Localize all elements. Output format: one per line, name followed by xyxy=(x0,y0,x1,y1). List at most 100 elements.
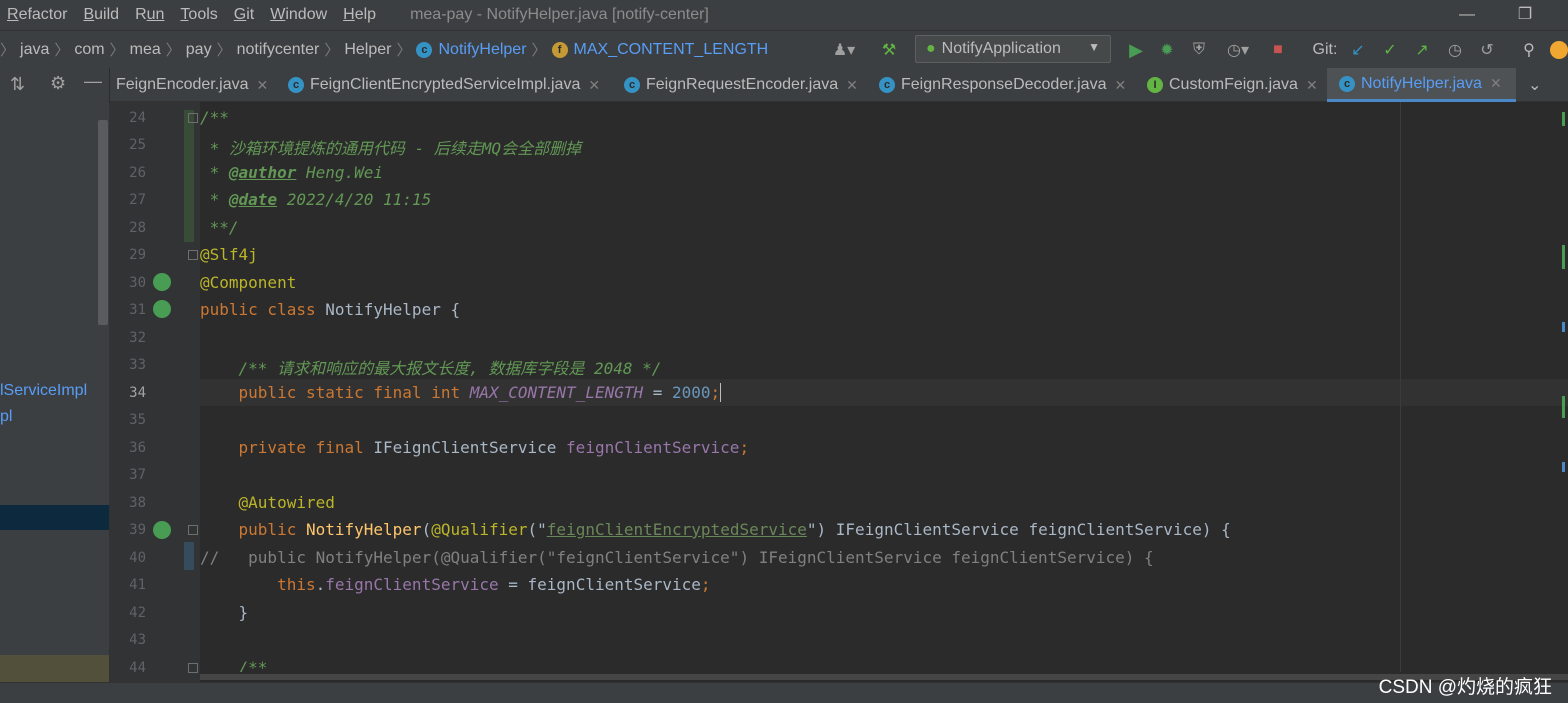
tab-feignencoder[interactable]: FeignEncoder.java ✕ xyxy=(116,68,268,102)
breadcrumb-mea[interactable]: mea xyxy=(130,41,161,59)
tab-overflow-chevron-icon[interactable]: ⌄ xyxy=(1528,68,1541,102)
user-icon[interactable]: ♟▾ xyxy=(826,38,862,62)
restore-icon[interactable]: ❐ xyxy=(1514,4,1536,26)
stop-icon[interactable]: ■ xyxy=(1268,38,1288,62)
spring-bean-icon[interactable] xyxy=(153,273,171,291)
menu-bar: Refactor Build Run Tools Git Window Help… xyxy=(0,0,1568,30)
code-line: public NotifyHelper(@Qualifier("feignCli… xyxy=(238,520,1231,539)
code-line: **/ xyxy=(200,218,239,237)
tab-notifyhelper[interactable]: c NotifyHelper.java ✕ xyxy=(1327,68,1516,102)
hide-icon[interactable]: — xyxy=(84,71,102,92)
tab-label: FeignEncoder.java xyxy=(116,76,249,93)
tab-customfeign[interactable]: I CustomFeign.java ✕ xyxy=(1147,68,1318,102)
menu-window[interactable]: Window xyxy=(262,6,335,24)
line-number: 39 xyxy=(129,522,146,538)
rollback-icon[interactable]: ↺ xyxy=(1476,38,1498,62)
run-config-label: NotifyApplication xyxy=(941,40,1061,57)
line-number: 32 xyxy=(129,330,146,346)
fold-icon[interactable] xyxy=(188,525,198,535)
line-number: 26 xyxy=(129,165,146,181)
close-icon[interactable]: ✕ xyxy=(257,77,269,94)
menu-help[interactable]: Help xyxy=(335,6,384,24)
line-number: 24 xyxy=(129,110,146,126)
code-line: @Slf4j xyxy=(200,245,258,264)
history-icon[interactable]: ◷ xyxy=(1444,38,1466,62)
git-push-icon[interactable]: ↗ xyxy=(1412,38,1432,62)
tab-feignrequestencoder[interactable]: c FeignRequestEncoder.java ✕ xyxy=(624,68,858,102)
scrollbar-thumb[interactable] xyxy=(200,674,1568,680)
line-number: 43 xyxy=(129,632,146,648)
tab-label: FeignRequestEncoder.java xyxy=(646,76,839,93)
project-selected-row[interactable] xyxy=(0,505,109,530)
line-number: 37 xyxy=(129,467,146,483)
profile-icon[interactable]: ◷▾ xyxy=(1218,38,1258,62)
menu-tools[interactable]: Tools xyxy=(172,6,225,24)
minimize-icon[interactable]: — xyxy=(1456,4,1478,26)
collapse-all-icon[interactable]: ⇅ xyxy=(10,74,25,95)
class-icon: c xyxy=(416,41,433,58)
close-icon[interactable]: ✕ xyxy=(588,77,600,94)
line-number: 31 xyxy=(129,302,146,318)
tab-label: NotifyHelper.java xyxy=(1361,74,1482,92)
breadcrumb-helper[interactable]: Helper xyxy=(344,41,391,59)
line-number: 27 xyxy=(129,192,146,208)
close-icon[interactable]: ✕ xyxy=(1490,75,1502,92)
project-bottom-row xyxy=(0,655,109,682)
line-number: 33 xyxy=(129,357,146,373)
code-line: * 沙箱环境提炼的通用代码 - 后续走MQ会全部删掉 xyxy=(200,139,582,158)
line-number-current: 34 xyxy=(129,385,146,401)
vcs-modified-marker xyxy=(184,542,194,570)
project-item[interactable]: lServiceImpl xyxy=(0,382,87,400)
line-number: 42 xyxy=(129,605,146,621)
right-margin-guide xyxy=(1400,102,1401,682)
menu-build[interactable]: Build xyxy=(75,6,127,24)
line-number: 28 xyxy=(129,220,146,236)
class-icon: c xyxy=(1339,75,1355,92)
breadcrumb-notifyhelper[interactable]: NotifyHelper xyxy=(438,41,526,59)
close-icon[interactable]: ✕ xyxy=(1306,77,1318,94)
run-icon[interactable]: ▶ xyxy=(1126,38,1146,62)
breadcrumb-pay[interactable]: pay xyxy=(186,41,212,59)
build-hammer-icon[interactable]: ⚒ xyxy=(878,38,900,62)
code-line-commented: // public NotifyHelper(@Qualifier("feign… xyxy=(200,548,1154,567)
scroll-marker xyxy=(1562,112,1565,126)
close-icon[interactable]: ✕ xyxy=(1114,77,1126,94)
coverage-icon[interactable]: ⛨ xyxy=(1188,38,1210,62)
code-line: public class NotifyHelper { xyxy=(200,300,461,319)
project-scrollbar[interactable] xyxy=(98,120,108,325)
project-panel: lServiceImpl pl xyxy=(0,102,110,682)
fold-icon[interactable] xyxy=(188,250,198,260)
run-configuration-select[interactable]: ● NotifyApplication ▼ xyxy=(915,35,1111,63)
git-commit-icon[interactable]: ✓ xyxy=(1380,38,1400,62)
menu-run[interactable]: Run xyxy=(127,6,172,24)
menu-git[interactable]: Git xyxy=(226,6,262,24)
project-item[interactable]: pl xyxy=(0,408,12,426)
breadcrumb-notifycenter[interactable]: notifycenter xyxy=(237,41,320,59)
spring-bean-icon[interactable] xyxy=(153,300,171,318)
gear-icon[interactable]: ⚙ xyxy=(50,73,66,94)
code-line: @Component xyxy=(200,273,297,292)
project-toolbar: ⇅ ⚙ — xyxy=(0,68,110,102)
menu-refactor[interactable]: Refactor xyxy=(0,6,75,24)
chevron-down-icon: ▼ xyxy=(1088,40,1100,54)
tab-feignresponsedecoder[interactable]: c FeignResponseDecoder.java ✕ xyxy=(879,68,1126,102)
fold-icon[interactable] xyxy=(188,663,198,673)
breadcrumb-com[interactable]: com xyxy=(74,41,104,59)
close-icon[interactable]: ✕ xyxy=(846,77,858,94)
spring-autowired-icon[interactable] xyxy=(153,521,171,539)
editor-tab-bar: ⇅ ⚙ — FeignEncoder.java ✕ c FeignClientEnc… xyxy=(0,68,1568,102)
fold-icon[interactable] xyxy=(188,113,198,123)
breadcrumb-max-content-length[interactable]: MAX_CONTENT_LENGTH xyxy=(574,41,769,59)
line-number: 25 xyxy=(129,137,146,153)
watermark: CSDN @灼烧的疯狂 xyxy=(1378,677,1552,698)
tab-feignclientencryptedserviceimpl[interactable]: c FeignClientEncryptedServiceImpl.java ✕ xyxy=(288,68,600,102)
update-icon[interactable] xyxy=(1550,38,1568,62)
spring-boot-icon: ● xyxy=(926,40,936,57)
search-icon[interactable]: ⚲ xyxy=(1518,38,1540,62)
horizontal-scrollbar[interactable] xyxy=(200,672,1568,682)
status-bar xyxy=(0,682,1568,703)
debug-icon[interactable]: ✹ xyxy=(1156,38,1178,62)
scroll-marker xyxy=(1562,396,1565,418)
git-update-icon[interactable]: ↙ xyxy=(1348,38,1368,62)
breadcrumb-java[interactable]: java xyxy=(20,41,49,59)
